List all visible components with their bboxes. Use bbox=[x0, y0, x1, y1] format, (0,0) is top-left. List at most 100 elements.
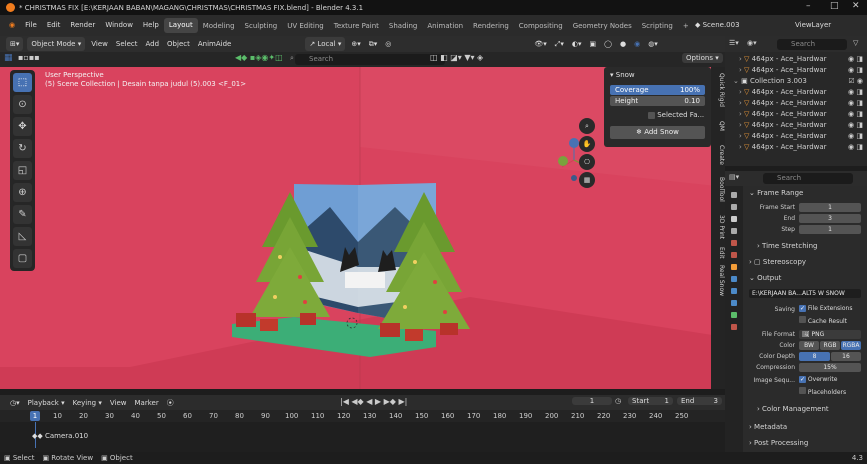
properties-search-input[interactable]: Search bbox=[763, 173, 853, 184]
placeholders-checkbox[interactable]: Placeholders bbox=[799, 387, 846, 396]
depth-16-option[interactable]: 16 bbox=[831, 352, 861, 361]
workspace-tab-uv-editing[interactable]: UV Editing bbox=[282, 22, 329, 30]
tab-3d-print[interactable]: 3D Print bbox=[711, 215, 725, 239]
shading-rendered-icon[interactable]: ◍▾ bbox=[644, 37, 662, 51]
timeline-keying-menu[interactable]: Keying ▾ bbox=[69, 396, 106, 410]
select-mode-icon[interactable]: ▦ bbox=[4, 53, 13, 63]
output-section[interactable]: ⌄ Output bbox=[743, 273, 867, 284]
tab-booltool[interactable]: BoolTool bbox=[711, 177, 725, 202]
menu-render[interactable]: Render bbox=[65, 15, 100, 36]
workspace-tab-geometry-nodes[interactable]: Geometry Nodes bbox=[568, 22, 637, 30]
visibility-eye-icon[interactable]: ◉ ◨ bbox=[848, 131, 863, 142]
shading-wireframe-icon[interactable]: ◯ bbox=[600, 37, 616, 51]
transform-orientation[interactable]: ↗ Local ▾ bbox=[305, 37, 346, 51]
select-box-modes-icon[interactable]: ▪▫▪▪ bbox=[18, 53, 40, 62]
tab-edit[interactable]: Edit bbox=[711, 247, 725, 259]
current-frame-field[interactable]: 1 bbox=[572, 397, 612, 405]
outliner-display-icon[interactable]: ◉▾ bbox=[747, 39, 757, 47]
snap-icon[interactable]: ⧉▾ bbox=[365, 37, 382, 51]
timeline-view-menu[interactable]: View bbox=[106, 396, 131, 410]
outliner-row[interactable]: › ▽ 464px - Ace_Hardwar ◉ ◨ bbox=[725, 109, 867, 120]
rotate-tool-icon[interactable]: ↻ bbox=[13, 139, 32, 158]
outliner-editor-icon[interactable]: ☰▾ bbox=[729, 39, 739, 47]
annotate-tool-icon[interactable]: ✎ bbox=[13, 205, 32, 224]
color-rgba-option[interactable]: RGBA bbox=[841, 341, 861, 350]
material-tab-icon[interactable] bbox=[731, 324, 737, 330]
visibility-eye-icon[interactable]: ◉ ◨ bbox=[848, 65, 863, 76]
outliner-row[interactable]: › ▽ 464px - Ace_Hardwar ◉ ◨ bbox=[725, 120, 867, 131]
timeline-marker-menu[interactable]: Marker bbox=[131, 396, 163, 410]
coverage-slider[interactable]: Coverage 100% bbox=[610, 85, 705, 95]
physics-tab-icon[interactable] bbox=[731, 300, 737, 306]
gizmo-icon[interactable]: ⤢▾ bbox=[551, 37, 568, 51]
transform-tool-icon[interactable]: ⊕ bbox=[13, 183, 32, 202]
shading-solid-icon[interactable]: ● bbox=[616, 37, 630, 51]
outliner-search-input[interactable]: Search bbox=[777, 39, 847, 50]
visibility-eye-icon[interactable]: ◉ ◨ bbox=[848, 98, 863, 109]
mode-selector[interactable]: Object Mode ▾ bbox=[27, 37, 86, 51]
outliner-collection-row[interactable]: ⌄ ▣ Collection 3.003 ☑ ◉ bbox=[725, 76, 867, 87]
visibility-eye-icon[interactable]: ◉ ◨ bbox=[848, 87, 863, 98]
zoom-icon[interactable]: ⌕ bbox=[579, 118, 595, 134]
workspace-tab-animation[interactable]: Animation bbox=[422, 22, 468, 30]
output-path-field[interactable]: E:\KERJAAN BA...ALT5 W SNOW bbox=[749, 289, 861, 298]
collection-checkbox-icon[interactable]: ☑ ◉ bbox=[848, 76, 863, 87]
proportional-edit-icon[interactable]: ◎ bbox=[381, 37, 395, 51]
visibility-eye-icon[interactable]: ◉ ◨ bbox=[848, 120, 863, 131]
scene-tab-icon[interactable] bbox=[731, 240, 737, 246]
menu-animaide[interactable]: AnimAide bbox=[194, 37, 235, 51]
menu-add[interactable]: Add bbox=[141, 37, 163, 51]
minimize-icon[interactable]: – bbox=[806, 1, 811, 11]
color-rgb-option[interactable]: RGB bbox=[820, 341, 840, 350]
render-properties-tab-icon[interactable] bbox=[731, 204, 737, 210]
pivot-icon[interactable]: ⊕▾ bbox=[347, 37, 364, 51]
filter-icons[interactable]: ◫ ◧ ◪▾ ▼▾ ◈ bbox=[430, 53, 483, 62]
outliner-row[interactable]: › ▽ 464px - Ace_Hardwar ◉ ◨ bbox=[725, 65, 867, 76]
timeline-editor-icon[interactable]: ◷▾ bbox=[6, 396, 24, 410]
cache-result-checkbox[interactable]: Cache Result bbox=[799, 316, 847, 325]
select-tool-icon[interactable]: ⬚ bbox=[13, 73, 32, 92]
add-object-icons[interactable]: ◀◆ ▪◈◉✦◫ bbox=[235, 53, 283, 62]
scene-selector[interactable]: ◆ Scene.003 bbox=[690, 15, 745, 36]
snow-panel-title[interactable]: ▾ Snow bbox=[610, 71, 635, 79]
shading-material-icon[interactable]: ◉ bbox=[630, 37, 644, 51]
overlay-icon[interactable]: ◐▾ bbox=[568, 37, 586, 51]
workspace-tab-sculpting[interactable]: Sculpting bbox=[240, 22, 283, 30]
view-layer-tab-icon[interactable] bbox=[731, 228, 737, 234]
depth-8-option[interactable]: 8 bbox=[799, 352, 830, 361]
frame-step-field[interactable]: 1 bbox=[799, 225, 861, 234]
blender-menu-icon[interactable]: ◉ bbox=[4, 15, 20, 36]
data-tab-icon[interactable] bbox=[731, 312, 737, 318]
outliner-row[interactable]: › ▽ 464px - Ace_Hardwar ◉ ◨ bbox=[725, 87, 867, 98]
height-field[interactable]: Height 0.10 bbox=[610, 96, 705, 106]
workspace-tab-texture-paint[interactable]: Texture Paint bbox=[329, 22, 384, 30]
metadata-section[interactable]: › Metadata bbox=[743, 422, 867, 433]
view-layer-selector[interactable]: ViewLayer bbox=[790, 15, 836, 36]
cursor-tool-icon[interactable]: ⊙ bbox=[13, 95, 32, 114]
options-dropdown[interactable]: Options ▾ bbox=[682, 53, 723, 63]
menu-edit[interactable]: Edit bbox=[42, 15, 66, 36]
visibility-eye-icon[interactable]: ◉ ◨ bbox=[848, 109, 863, 120]
tool-properties-tab-icon[interactable] bbox=[731, 192, 737, 198]
outliner-row[interactable]: › ▽ 464px - Ace_Hardwar ◉ ◨ bbox=[725, 131, 867, 142]
visibility-eye-icon[interactable]: ◉ ◨ bbox=[848, 54, 863, 65]
menu-object[interactable]: Object bbox=[163, 37, 194, 51]
move-tool-icon[interactable]: ✥ bbox=[13, 117, 32, 136]
frame-end-field[interactable]: 3 bbox=[799, 214, 861, 223]
modifier-tab-icon[interactable] bbox=[731, 276, 737, 282]
camera-view-icon[interactable]: ⎔ bbox=[579, 154, 595, 170]
visibility-eye-icon[interactable]: ◉ ◨ bbox=[848, 142, 863, 153]
tab-quick-rigid[interactable]: Quick Rigid bbox=[711, 73, 725, 107]
camera-marker[interactable]: ◆◆ Camera.010 bbox=[32, 432, 88, 440]
autokey-icon[interactable]: ⦿ bbox=[163, 396, 178, 410]
timeline-playback-menu[interactable]: Playback ▾ bbox=[24, 396, 69, 410]
workspace-tab-shading[interactable]: Shading bbox=[384, 22, 422, 30]
stereoscopy-section[interactable]: › ▢ Stereoscopy bbox=[743, 257, 867, 268]
menu-window[interactable]: Window bbox=[100, 15, 138, 36]
playback-controls[interactable]: |◀ ◀◆ ◀ ▶ ▶◆ ▶| bbox=[340, 397, 407, 406]
outliner-row[interactable]: › ▽ 464px - Ace_Hardwar ◉ ◨ bbox=[725, 142, 867, 153]
add-cube-tool-icon[interactable]: ▢ bbox=[13, 249, 32, 268]
compression-slider[interactable]: 15% bbox=[799, 363, 861, 372]
workspace-tab-compositing[interactable]: Compositing bbox=[514, 22, 568, 30]
close-icon[interactable]: ✕ bbox=[852, 1, 860, 11]
